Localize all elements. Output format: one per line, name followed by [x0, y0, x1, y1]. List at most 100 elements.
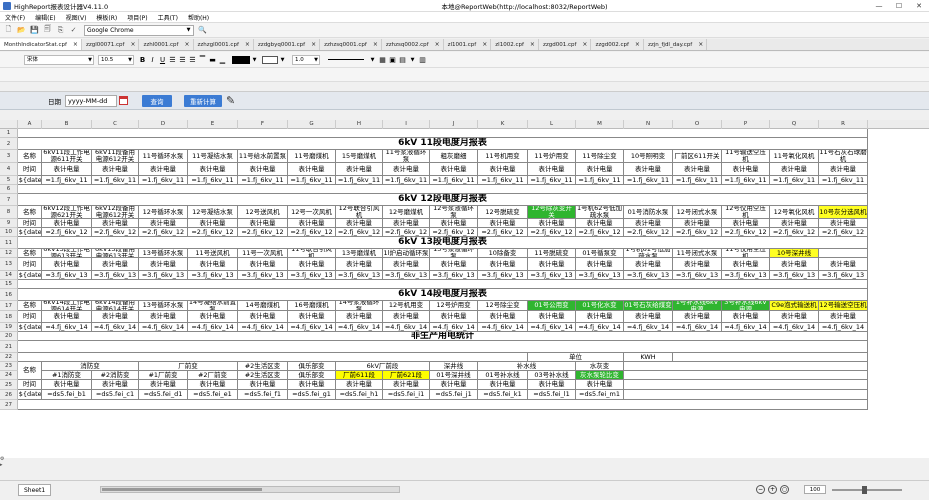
formula-cell[interactable]: =2.fj_6kv_12: [383, 228, 430, 237]
align-right-icon[interactable]: ☰: [188, 55, 197, 65]
unit-cell[interactable]: 表计电量: [430, 311, 478, 323]
name-cell[interactable]: 1号机62号低加疏水泵: [576, 206, 624, 219]
doc-tab[interactable]: zzhzsq0001.cpf ×: [320, 39, 382, 50]
doc-tab[interactable]: zzdgbyq0001.cpf ×: [254, 39, 321, 50]
close-tab-icon[interactable]: ×: [482, 41, 487, 48]
formula-cell[interactable]: =2.fj_6kv_12: [336, 228, 383, 237]
font-size-select[interactable]: 10.5 ▼: [98, 54, 134, 65]
name-cell[interactable]: 6kV13段工作电源613开关: [42, 249, 92, 258]
unit-cell[interactable]: 表计电量: [139, 311, 188, 323]
name-cell[interactable]: 01号化水变: [576, 301, 624, 311]
query-button[interactable]: 查询: [142, 94, 172, 107]
recalculate-button[interactable]: 重新计算: [184, 94, 222, 107]
formula-cell[interactable]: =4.fj_6kv_14: [624, 323, 673, 332]
chevron-down-icon[interactable]: ▼: [368, 55, 377, 65]
unit-cell[interactable]: 表计电量: [528, 380, 576, 390]
section-title[interactable]: 6kV 12段电度月报表: [18, 194, 868, 206]
column-header[interactable]: I: [383, 120, 430, 129]
zoom-reset-icon[interactable]: ○: [780, 485, 789, 494]
unit-cell[interactable]: 表计电量: [624, 219, 673, 228]
formula-cell[interactable]: =${date}: [18, 228, 42, 237]
row-header[interactable]: 16: [0, 289, 18, 301]
unit-cell[interactable]: 表计电量: [139, 380, 188, 390]
unit-cell[interactable]: 表计电量: [188, 219, 238, 228]
formula-cell[interactable]: =2.fj_6kv_12: [819, 228, 868, 237]
unit-cell[interactable]: 表计电量: [624, 258, 673, 271]
row-header[interactable]: 27: [0, 400, 18, 410]
unit-cell[interactable]: 表计电量: [624, 311, 673, 323]
kwh-label[interactable]: KWH: [624, 353, 673, 362]
grid-cell[interactable]: [18, 400, 868, 410]
formula-cell[interactable]: =1.fj_6kv_11: [42, 176, 92, 185]
unit-cell[interactable]: 表计电量: [430, 163, 478, 176]
unit-cell[interactable]: 表计电量: [336, 258, 383, 271]
row-header[interactable]: 25: [0, 380, 18, 390]
fill-color-swatch[interactable]: [262, 55, 278, 64]
unit-cell[interactable]: 表计电量: [288, 258, 336, 271]
name-cell[interactable]: 11号循环水泵: [139, 150, 188, 163]
formula-cell[interactable]: =4.fj_6kv_14: [528, 323, 576, 332]
formula-cell[interactable]: =3.fj_6kv_13: [478, 271, 528, 280]
formula-cell[interactable]: =4.fj_6kv_14: [238, 323, 288, 332]
unit-cell[interactable]: 表计电量: [238, 163, 288, 176]
unit-cell[interactable]: 表计电量: [383, 163, 430, 176]
line-style-preview[interactable]: [328, 59, 364, 60]
unit-cell[interactable]: 表计电量: [770, 311, 819, 323]
formula-cell[interactable]: =1.fj_6kv_11: [478, 176, 528, 185]
unit-label[interactable]: 单位: [528, 353, 624, 362]
formula-cell[interactable]: =4.fj_6kv_14: [673, 323, 722, 332]
pencil-icon[interactable]: ✎: [226, 94, 235, 107]
unit-cell[interactable]: 表计电量: [42, 380, 92, 390]
name-cell[interactable]: 6kV11段工作电源611开关: [42, 150, 92, 163]
row-header[interactable]: 21: [0, 341, 18, 353]
unit-cell[interactable]: 表计电量: [576, 380, 624, 390]
border-style-icon[interactable]: ▤: [398, 55, 407, 65]
column-header[interactable]: D: [139, 120, 188, 129]
name-cell[interactable]: #1消防变: [42, 371, 92, 380]
grid-cell[interactable]: [18, 185, 868, 194]
menu-tools[interactable]: 工具(T): [153, 13, 183, 22]
unit-cell[interactable]: 表计电量: [139, 163, 188, 176]
formula-cell[interactable]: =2.fj_6kv_12: [188, 228, 238, 237]
formula-cell[interactable]: =1.fj_6kv_11: [722, 176, 770, 185]
menu-project[interactable]: 项目(P): [122, 13, 152, 22]
close-tab-icon[interactable]: ×: [530, 41, 535, 48]
align-center-icon[interactable]: ☰: [178, 55, 187, 65]
calendar-icon[interactable]: [119, 96, 128, 105]
maximize-icon[interactable]: ☐: [889, 0, 909, 12]
merge-cells-icon[interactable]: ▣: [388, 55, 397, 65]
unit-cell[interactable]: 表计电量: [430, 380, 478, 390]
column-header[interactable]: R: [819, 120, 868, 129]
formula-cell[interactable]: =3.fj_6kv_13: [383, 271, 430, 280]
name-cell[interactable]: 12号机用变: [383, 301, 430, 311]
formula-cell[interactable]: =3.fj_6kv_13: [288, 271, 336, 280]
close-tab-icon[interactable]: ×: [311, 41, 316, 48]
column-header[interactable]: Q: [770, 120, 819, 129]
formula-cell[interactable]: =${date}: [18, 390, 42, 400]
close-tab-icon[interactable]: ×: [698, 41, 703, 48]
formula-cell[interactable]: =3.fj_6kv_13: [528, 271, 576, 280]
name-cell[interactable]: 01号深井线: [430, 371, 478, 380]
unit-cell[interactable]: 时间: [18, 163, 42, 176]
formula-cell[interactable]: =ds5.fei_f1: [238, 390, 288, 400]
horizontal-scrollbar[interactable]: [100, 486, 400, 493]
unit-cell[interactable]: 表计电量: [383, 258, 430, 271]
name-cell[interactable]: 名称: [18, 301, 42, 311]
unit-cell[interactable]: 表计电量: [288, 163, 336, 176]
formula-cell[interactable]: =3.fj_6kv_13: [336, 271, 383, 280]
doc-tab[interactable]: zzhzgl0001.cpf ×: [194, 39, 254, 50]
name-cell[interactable]: 15号磨煤机: [336, 150, 383, 163]
row-header[interactable]: 14: [0, 271, 18, 280]
unit-cell[interactable]: 表计电量: [188, 311, 238, 323]
formula-cell[interactable]: =3.fj_6kv_13: [819, 271, 868, 280]
name-cell[interactable]: 01号石灰给煤变: [624, 301, 673, 311]
new-file-icon[interactable]: 🗋: [3, 25, 14, 36]
formula-cell[interactable]: =1.fj_6kv_11: [383, 176, 430, 185]
formula-cell[interactable]: =4.fj_6kv_14: [430, 323, 478, 332]
name-cell[interactable]: 10号灰分选风机: [819, 206, 868, 219]
name-cell[interactable]: 16号磨煤机: [288, 301, 336, 311]
column-header[interactable]: H: [336, 120, 383, 129]
formula-cell[interactable]: =ds5.fei_k1: [478, 390, 528, 400]
unit-cell[interactable]: 表计电量: [478, 163, 528, 176]
name-cell[interactable]: 12号凝结水泵: [188, 206, 238, 219]
